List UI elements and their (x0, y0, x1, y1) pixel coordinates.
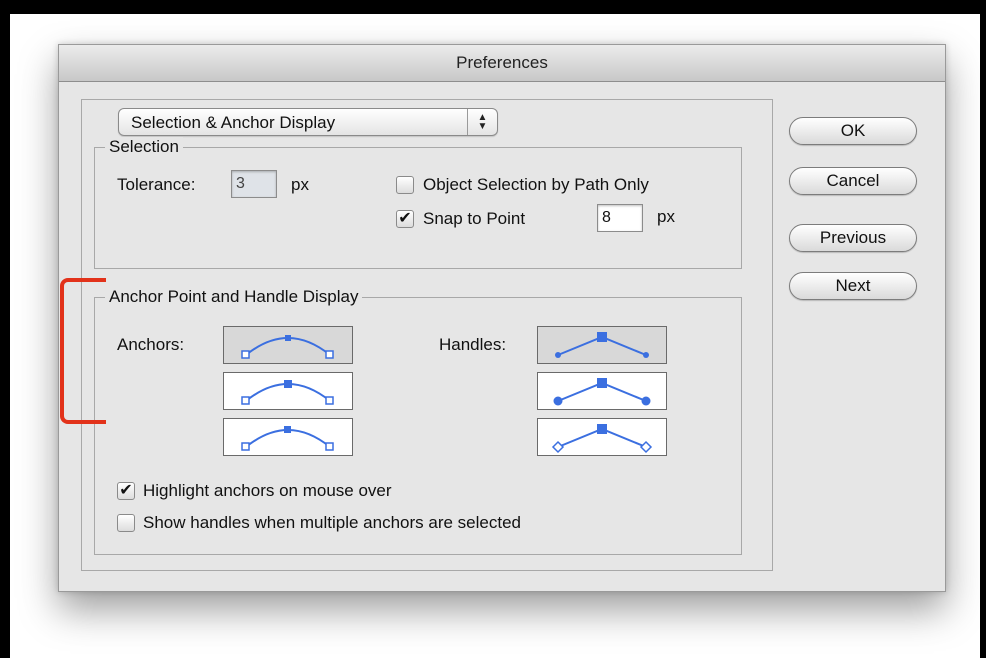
anchors-label: Anchors: (117, 335, 185, 354)
anchor-handle-group: Anchor Point and Handle Display Anchors:… (94, 287, 742, 555)
anchor-style-option-3[interactable] (223, 418, 353, 456)
checkmark-icon: ✔ (398, 210, 412, 227)
snap-to-point-checkbox[interactable]: ✔ (396, 210, 414, 228)
anchor-handle-group-label: Anchor Point and Handle Display (105, 287, 363, 307)
screen-edge-top (0, 0, 986, 14)
panel-selector-value: Selection & Anchor Display (131, 113, 336, 132)
previous-button[interactable]: Previous (789, 224, 917, 252)
handle-style-option-2[interactable] (537, 372, 667, 410)
selection-group: Selection Tolerance: 3 px Object Selecti… (94, 137, 742, 269)
handle-style-2-icon (553, 378, 651, 406)
show-handles-checkbox[interactable] (117, 514, 135, 532)
anchor-style-1-icon (241, 335, 334, 359)
anchor-style-option-2[interactable] (223, 372, 353, 410)
show-handles-label: Show handles when multiple anchors are s… (143, 513, 522, 532)
preferences-dialog: Preferences Selection & Anchor Display ▲… (58, 44, 946, 592)
handle-style-option-1[interactable] (537, 326, 667, 364)
snap-to-point-label: Snap to Point (423, 209, 526, 228)
handle-style-1-icon (555, 332, 649, 358)
highlight-anchors-checkbox[interactable]: ✔ (117, 482, 135, 500)
checkmark-icon: ✔ (119, 482, 133, 499)
anchor-style-2-icon (241, 380, 334, 405)
handles-label: Handles: (439, 335, 507, 354)
selection-group-label: Selection (105, 137, 183, 157)
highlight-anchors-label: Highlight anchors on mouse over (143, 481, 392, 500)
snap-distance-unit: px (657, 207, 675, 226)
popup-arrows-icon: ▲ ▼ (467, 109, 497, 135)
screen-edge-right (980, 0, 986, 658)
tolerance-unit: px (291, 175, 309, 194)
tolerance-label: Tolerance: (117, 175, 196, 194)
tolerance-input[interactable]: 3 (231, 170, 277, 198)
next-button[interactable]: Next (789, 272, 917, 300)
screen-edge-left (0, 0, 10, 658)
dialog-title: Preferences (59, 45, 945, 82)
handle-style-3-icon (551, 424, 653, 454)
anchor-style-option-1[interactable] (223, 326, 353, 364)
handle-style-option-3[interactable] (537, 418, 667, 456)
snap-distance-input[interactable]: 8 (597, 204, 643, 232)
dialog-content: Selection & Anchor Display ▲ ▼ Selection … (59, 82, 945, 591)
anchor-style-3-icon (241, 426, 334, 451)
object-selection-label: Object Selection by Path Only (423, 175, 649, 194)
annotation-bracket (60, 278, 106, 424)
ok-button[interactable]: OK (789, 117, 917, 145)
cancel-button[interactable]: Cancel (789, 167, 917, 195)
object-selection-checkbox[interactable] (396, 176, 414, 194)
panel-selector-popup[interactable]: Selection & Anchor Display ▲ ▼ (118, 108, 498, 136)
panel-group: Selection & Anchor Display ▲ ▼ Selection … (81, 99, 773, 571)
